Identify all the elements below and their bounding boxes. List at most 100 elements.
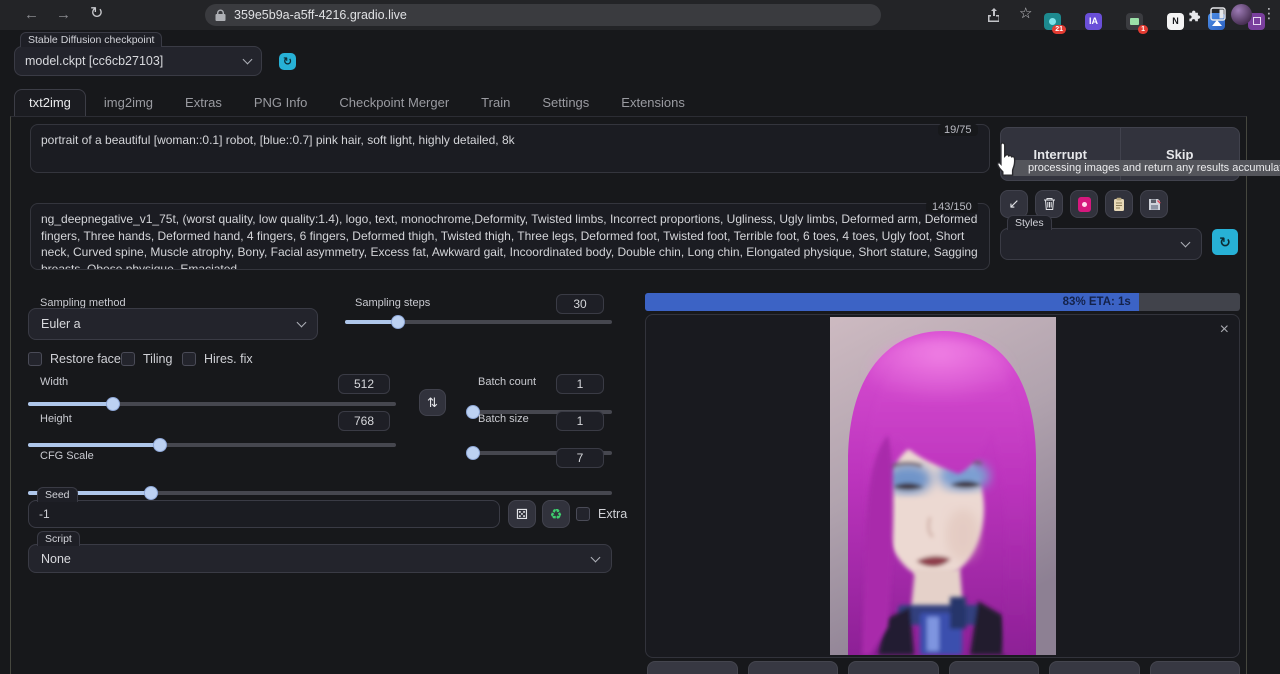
height-label: Height — [40, 413, 72, 425]
floppy-save-icon — [1148, 198, 1161, 211]
extension-glyph — [1253, 17, 1261, 25]
chevron-down-icon — [297, 318, 307, 328]
prompt-token-counter: 19/75 — [938, 124, 978, 136]
height-input[interactable]: 768 — [338, 411, 390, 431]
tab-extensions[interactable]: Extensions — [607, 90, 699, 117]
stable-diffusion-webui-screen: ← → ↻ 359e5b9a-a5ff-4216.gradio.live ☆ 2… — [0, 0, 1280, 674]
notion-extension-icon[interactable]: N — [1167, 13, 1184, 30]
hires-fix-checkbox[interactable]: Hires. fix — [182, 352, 253, 366]
negative-prompt-token-counter: 143/150 — [926, 201, 978, 213]
apply-style-button[interactable] — [1105, 190, 1133, 218]
extension-icon-1[interactable]: 21 — [1044, 13, 1061, 30]
sampling-steps-slider[interactable] — [345, 320, 612, 324]
portrait-pink-hair-robot-woman — [830, 317, 1056, 655]
checkpoint-dropdown[interactable]: Stable Diffusion checkpoint model.ckpt [… — [14, 46, 262, 76]
seed-value: -1 — [29, 501, 499, 527]
batch-size-label: Batch size — [478, 413, 529, 425]
batch-count-input[interactable]: 1 — [556, 374, 604, 394]
chevron-down-icon — [1181, 238, 1191, 248]
reuse-seed-button[interactable]: ♻ — [542, 500, 570, 528]
clear-prompt-button[interactable] — [1035, 190, 1063, 218]
browser-forward-button[interactable]: → — [56, 7, 71, 22]
checkpoint-value: model.ckpt [cc6cb27103] — [25, 54, 163, 68]
sidepanel-icon[interactable] — [1210, 6, 1226, 22]
ia-extension-icon[interactable]: IA — [1085, 13, 1102, 30]
styles-label: Styles — [1007, 215, 1052, 230]
profile-avatar[interactable] — [1231, 4, 1252, 25]
cfg-scale-label: CFG Scale — [40, 450, 94, 462]
extension-badge: 21 — [1052, 25, 1066, 34]
sampling-steps-label: Sampling steps — [355, 297, 430, 309]
tab-settings[interactable]: Settings — [528, 90, 603, 117]
script-value: None — [41, 552, 71, 566]
checkpoint-refresh-button[interactable]: ↻ — [279, 53, 296, 70]
cfg-scale-slider[interactable] — [28, 491, 612, 495]
recycle-icon: ♻ — [550, 506, 563, 523]
seed-label: Seed — [37, 487, 78, 502]
gallery-action-button[interactable] — [647, 661, 738, 674]
batch-size-input[interactable]: 1 — [556, 411, 604, 431]
gallery-action-button[interactable] — [1049, 661, 1140, 674]
script-label: Script — [37, 531, 80, 546]
tab-train[interactable]: Train — [467, 90, 524, 117]
page-url: 359e5b9a-a5ff-4216.gradio.live — [234, 8, 407, 22]
random-seed-button[interactable]: ⚄ — [508, 500, 536, 528]
tab-png-info[interactable]: PNG Info — [240, 90, 321, 117]
width-input[interactable]: 512 — [338, 374, 390, 394]
gallery-action-button[interactable] — [748, 661, 839, 674]
checkbox-box — [28, 352, 42, 366]
tab-img2img[interactable]: img2img — [90, 90, 167, 117]
script-dropdown[interactable]: Script None — [28, 544, 612, 573]
progress-bar: 83% ETA: 1s — [645, 293, 1240, 311]
hires-fix-label: Hires. fix — [204, 352, 253, 366]
interrupt-tooltip: processing images and return any results… — [1006, 160, 1280, 176]
address-bar[interactable]: 359e5b9a-a5ff-4216.gradio.live — [205, 4, 881, 26]
sampling-method-dropdown[interactable]: Euler a — [28, 308, 318, 340]
tab-checkpoint-merger[interactable]: Checkpoint Merger — [325, 90, 463, 117]
swap-dimensions-button[interactable]: ⇅ — [419, 389, 446, 416]
generated-image-preview[interactable] — [830, 317, 1056, 655]
progress-eta-text: 83% ETA: 1s — [1063, 296, 1131, 308]
paste-params-button[interactable]: ↙ — [1000, 190, 1028, 218]
browser-toolbar: ← → ↻ 359e5b9a-a5ff-4216.gradio.live ☆ 2… — [0, 0, 1280, 30]
gallery-action-button[interactable] — [949, 661, 1040, 674]
save-style-button[interactable] — [1140, 190, 1168, 218]
lock-icon — [215, 9, 226, 22]
swap-icon: ⇅ — [427, 395, 438, 411]
negative-prompt-textarea[interactable]: ng_deepnegative_v1_75t, (worst quality, … — [30, 203, 990, 270]
styles-refresh-button[interactable]: ↻ — [1212, 229, 1238, 255]
prompt-textarea[interactable]: portrait of a beautiful [woman::0.1] rob… — [30, 124, 990, 173]
share-icon[interactable] — [986, 7, 1002, 23]
height-slider[interactable] — [28, 443, 396, 447]
styles-dropdown[interactable]: Styles — [1000, 228, 1202, 260]
browser-reload-button[interactable]: ↻ — [90, 6, 103, 22]
width-slider[interactable] — [28, 402, 396, 406]
sampling-steps-input[interactable]: 30 — [556, 294, 604, 314]
seed-input[interactable]: Seed -1 — [28, 500, 500, 528]
restore-faces-checkbox[interactable]: Restore faces — [28, 352, 127, 366]
tab-txt2img[interactable]: txt2img — [14, 89, 86, 117]
gallery-action-button[interactable] — [1150, 661, 1241, 674]
bookmark-star-icon[interactable]: ☆ — [1019, 6, 1032, 21]
clipboard-icon — [1113, 197, 1125, 212]
gallery-action-button[interactable] — [848, 661, 939, 674]
extra-seed-label: Extra — [598, 507, 627, 521]
width-label: Width — [40, 376, 68, 388]
extra-seed-checkbox[interactable]: Extra — [576, 507, 627, 521]
screenshot-extension-icon[interactable]: 1 — [1126, 13, 1143, 30]
gallery-actions-row — [647, 661, 1240, 674]
arrow-down-left-icon: ↙ — [1009, 196, 1020, 212]
close-icon[interactable]: × — [1220, 321, 1229, 339]
browser-back-button[interactable]: ← — [24, 7, 39, 22]
tiling-checkbox[interactable]: Tiling — [121, 352, 172, 366]
extra-networks-button[interactable] — [1070, 190, 1098, 218]
card-icon — [1078, 197, 1091, 212]
browser-menu-icon[interactable]: ⋮ — [1262, 6, 1276, 20]
cfg-scale-input[interactable]: 7 — [556, 448, 604, 468]
tab-extras[interactable]: Extras — [171, 90, 236, 117]
checkbox-box — [576, 507, 590, 521]
chevron-down-icon — [591, 552, 601, 562]
extension-glyph — [1049, 18, 1056, 25]
extensions-puzzle-icon[interactable] — [1186, 6, 1203, 23]
checkpoint-label: Stable Diffusion checkpoint — [20, 32, 162, 47]
